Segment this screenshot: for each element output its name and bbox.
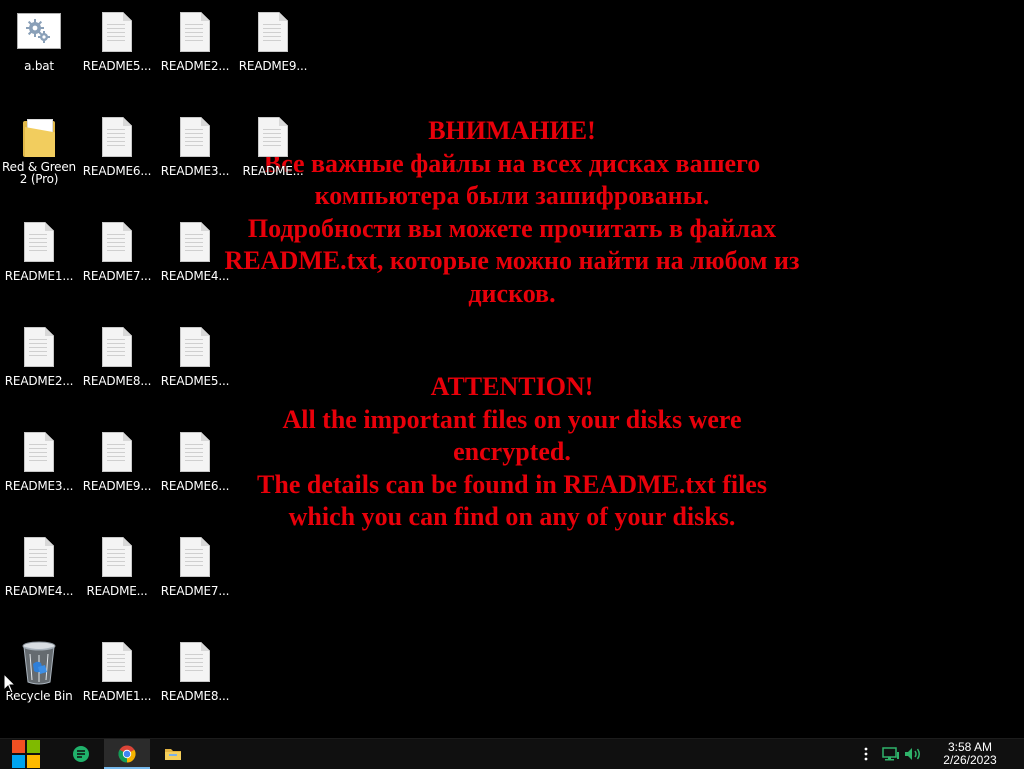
desktop-icon-readme[interactable]: README8... <box>78 317 156 415</box>
desktop-icon-readme[interactable]: README2... <box>0 317 78 415</box>
recycle-bin-icon <box>17 640 61 685</box>
icon-label: README8... <box>160 690 230 703</box>
desktop-icon-readme[interactable]: README2... <box>156 2 234 100</box>
desktop-icon-readme[interactable]: README7... <box>78 212 156 310</box>
desktop-icon-readme[interactable]: README9... <box>234 2 312 100</box>
document-icon <box>95 220 139 264</box>
document-icon <box>17 430 61 474</box>
desktop-icon-readme[interactable]: README5... <box>156 317 234 415</box>
network-status-button[interactable] <box>882 739 900 769</box>
message-en-line: The details can be found in README.txt f… <box>257 469 767 499</box>
volume-icon <box>905 748 920 760</box>
desktop-icon-a-bat[interactable]: a.bat <box>0 2 78 100</box>
desktop-icon-readme[interactable]: README4... <box>156 212 234 310</box>
bat-gear-icon <box>17 10 61 54</box>
icon-label: Red & Green 2 (Pro) <box>2 161 76 185</box>
desktop-icon-readme[interactable]: README3... <box>156 107 234 205</box>
windows-logo-icon <box>12 740 40 768</box>
document-icon <box>251 115 295 159</box>
desktop-icon-readme[interactable]: README... <box>78 527 156 625</box>
document-icon <box>251 10 295 54</box>
document-icon <box>95 535 139 579</box>
desktop-icon-readme[interactable]: README7... <box>156 527 234 625</box>
message-ru-line: дисков. <box>468 278 556 308</box>
volume-button[interactable] <box>904 739 922 769</box>
message-en-line: All the important files on your disks we… <box>282 404 742 434</box>
tray-overflow-button[interactable] <box>860 739 872 769</box>
desktop-icon-readme[interactable]: README6... <box>156 422 234 520</box>
icon-label: README1... <box>4 270 74 283</box>
document-icon <box>17 325 61 369</box>
desktop[interactable]: ВНИМАНИЕ! Все важные файлы на всех диска… <box>0 0 1024 738</box>
icon-label: README3... <box>4 480 74 493</box>
desktop-icon-readme[interactable]: README4... <box>0 527 78 625</box>
ransom-message-english: ATTENTION! All the important files on yo… <box>212 371 812 534</box>
message-en-line: which you can find on any of your disks. <box>288 502 736 532</box>
document-icon <box>173 10 217 54</box>
icon-label: README6... <box>82 165 152 178</box>
overflow-dots-icon <box>864 747 868 761</box>
taskbar: 3:58 AM 2/26/2023 <box>0 738 1024 769</box>
document-icon <box>95 640 139 684</box>
message-en-line: ATTENTION! <box>430 372 594 401</box>
chat-app-icon <box>73 746 89 762</box>
desktop-icon-readme[interactable]: README3... <box>0 422 78 520</box>
desktop-icon-readme[interactable]: README6... <box>78 107 156 205</box>
document-icon <box>17 220 61 264</box>
icon-label: README2... <box>160 60 230 73</box>
chat-button[interactable] <box>58 739 104 769</box>
document-icon <box>95 10 139 54</box>
clock-date: 2/26/2023 <box>943 753 997 767</box>
icon-label: README4... <box>4 585 74 598</box>
icon-label: README9... <box>238 60 308 73</box>
file-explorer-icon <box>165 749 181 760</box>
start-button[interactable] <box>4 739 48 769</box>
document-icon <box>17 535 61 579</box>
document-icon <box>173 430 217 474</box>
icon-label: a.bat <box>24 60 54 73</box>
document-icon <box>173 640 217 684</box>
folder-icon <box>17 115 61 159</box>
icon-label: README1... <box>82 690 152 703</box>
document-icon <box>173 115 217 159</box>
icon-label: README5... <box>160 375 230 388</box>
icon-label: README7... <box>82 270 152 283</box>
chrome-button[interactable] <box>104 739 150 769</box>
message-en-line: encrypted. <box>453 437 571 467</box>
icon-label: README... <box>86 585 148 598</box>
icon-label: README3... <box>160 165 230 178</box>
icon-label: README8... <box>82 375 152 388</box>
icon-label: README7... <box>160 585 230 598</box>
desktop-icon-readme[interactable]: README1... <box>78 632 156 730</box>
icon-label: README9... <box>82 480 152 493</box>
icon-label: README6... <box>160 480 230 493</box>
document-icon <box>95 430 139 474</box>
icon-label: README4... <box>160 270 230 283</box>
desktop-icon-readme[interactable]: README1... <box>0 212 78 310</box>
message-ru-line: README.txt, которые можно найти на любом… <box>224 246 800 276</box>
mouse-cursor-icon <box>4 674 16 694</box>
chrome-icon <box>118 745 136 763</box>
message-ru-line: Подробности вы можете прочитать в файлах <box>247 213 777 243</box>
desktop-icon-readme[interactable]: README8... <box>156 632 234 730</box>
document-icon <box>173 220 217 264</box>
desktop-icon-readme[interactable]: README5... <box>78 2 156 100</box>
icon-label: README... <box>242 165 304 178</box>
icon-label: README5... <box>82 60 152 73</box>
desktop-icon-readme[interactable]: README9... <box>78 422 156 520</box>
desktop-icon-folder[interactable]: Red & Green 2 (Pro) <box>0 107 78 205</box>
document-icon <box>95 325 139 369</box>
desktop-icon-readme[interactable]: README... <box>234 107 312 205</box>
explorer-button[interactable] <box>150 739 196 769</box>
document-icon <box>95 115 139 159</box>
icon-label: README2... <box>4 375 74 388</box>
document-icon <box>173 325 217 369</box>
document-icon <box>173 535 217 579</box>
network-icon <box>882 747 899 761</box>
taskbar-clock[interactable]: 3:58 AM 2/26/2023 <box>928 741 1012 767</box>
